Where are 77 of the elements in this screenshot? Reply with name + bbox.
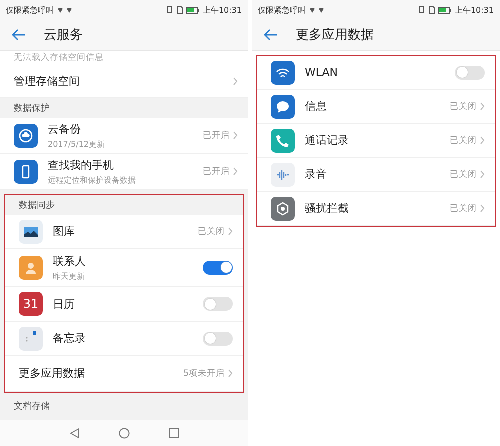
contact-icon: [19, 256, 43, 280]
chevron-icon: [233, 76, 238, 86]
message-icon: [271, 94, 295, 118]
section-header: 数据同步: [19, 200, 55, 212]
row-label: 信息: [305, 99, 328, 114]
back-nav-icon[interactable]: [70, 428, 80, 438]
status-text: 已关闭: [450, 100, 477, 112]
sim-icon: [176, 6, 183, 14]
chevron-icon: [228, 369, 233, 378]
row-label: 图库: [53, 224, 76, 239]
row-label: WLAN: [305, 66, 340, 79]
status-text: 已关闭: [450, 168, 477, 180]
status-text: 已关闭: [450, 134, 477, 146]
status-text: 已关闭: [198, 226, 225, 238]
battery-icon: [438, 6, 452, 14]
battery-icon: [186, 6, 200, 14]
chevron-icon: [233, 131, 238, 140]
toggle-switch[interactable]: [203, 332, 233, 346]
carrier-text: 仅限紧急呼叫: [258, 4, 306, 16]
calendar-icon: 31: [19, 292, 43, 316]
vibrate-icon: [166, 6, 174, 14]
settings-row[interactable]: 联系人 昨天更新: [5, 249, 243, 287]
chevron-icon: [480, 102, 485, 111]
screen-title: 云服务: [44, 27, 83, 44]
gallery-icon: [19, 220, 43, 244]
settings-row[interactable]: 管理存储空间: [0, 65, 248, 98]
row-label: 查找我的手机: [48, 158, 115, 172]
phone-handset-icon: [271, 128, 295, 152]
toggle-switch[interactable]: [203, 260, 233, 274]
cloud-icon: [14, 124, 38, 148]
settings-row[interactable]: 云备份 2017/5/12更新 已开启: [0, 118, 248, 154]
row-subtitle: 远程定位和保护设备数据: [48, 174, 137, 186]
cut-note-text: 无法载入存储空间信息: [14, 52, 104, 64]
signal-icon: [309, 6, 325, 14]
clock-text: 上午10:31: [202, 4, 242, 16]
recents-nav-icon[interactable]: [168, 428, 178, 438]
waveform-icon: [271, 162, 295, 186]
row-label: 通话记录: [305, 133, 350, 148]
chevron-icon: [480, 204, 485, 213]
row-label: 录音: [305, 167, 328, 182]
row-label: 日历: [53, 296, 76, 312]
sim-icon: [428, 6, 435, 14]
chevron-icon: [228, 227, 233, 236]
row-label: 骚扰拦截: [305, 201, 350, 216]
row-label: 云备份: [48, 122, 82, 136]
clock-text: 上午10:31: [454, 4, 494, 16]
row-subtitle: 昨天更新: [53, 270, 86, 282]
back-icon[interactable]: [12, 29, 26, 41]
row-label: 联系人: [53, 254, 87, 268]
signal-icon: [57, 6, 73, 14]
phone-icon: [14, 160, 38, 184]
row-label: 更多应用数据: [19, 366, 86, 381]
wifi-icon: [271, 60, 295, 84]
settings-row[interactable]: 备忘录: [5, 322, 243, 356]
toggle-switch[interactable]: [455, 66, 485, 80]
settings-row[interactable]: 图库 已关闭: [5, 215, 243, 249]
settings-row[interactable]: 更多应用数据 5项未开启: [5, 356, 243, 392]
settings-row[interactable]: 31 日历: [5, 287, 243, 322]
settings-row[interactable]: 查找我的手机 远程定位和保护设备数据 已开启: [0, 154, 248, 190]
home-nav-icon[interactable]: [118, 428, 130, 438]
row-subtitle: 2017/5/12更新: [48, 138, 106, 150]
vibrate-icon: [418, 6, 426, 14]
status-text: 已开启: [203, 166, 230, 178]
chevron-icon: [480, 136, 485, 145]
chevron-icon: [233, 167, 238, 176]
screen-title: 更多应用数据: [296, 27, 374, 44]
section-header: 文档存储: [14, 400, 50, 412]
chevron-icon: [480, 170, 485, 179]
back-icon[interactable]: [264, 29, 278, 41]
carrier-text: 仅限紧急呼叫: [6, 4, 54, 16]
status-text: 5项未开启: [184, 368, 225, 380]
status-text: 已开启: [203, 130, 230, 142]
section-header: 数据保护: [14, 102, 50, 114]
toggle-switch[interactable]: [203, 297, 233, 311]
row-label: 备忘录: [53, 331, 87, 346]
row-label: 管理存储空间: [14, 74, 81, 88]
status-text: 已关闭: [450, 202, 477, 214]
